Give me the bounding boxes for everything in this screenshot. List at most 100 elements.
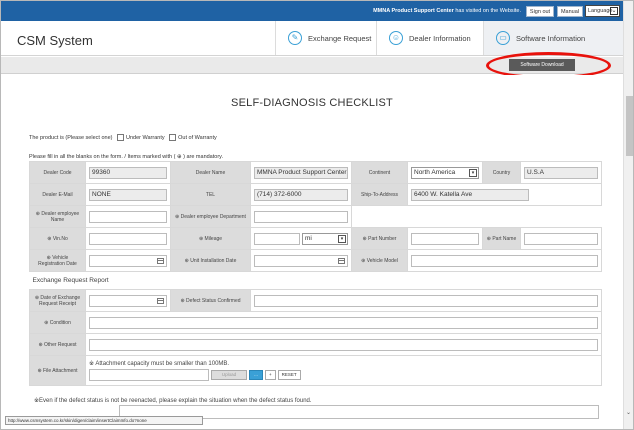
mileage-input[interactable] <box>254 232 300 245</box>
installation-date-label: ⊕ Unit Installation Date <box>170 249 251 272</box>
employee-dept-label: ⊕ Dealer employee Department <box>170 205 251 228</box>
add-file-button[interactable]: + <box>265 370 276 380</box>
employee-dept-input[interactable] <box>254 210 348 223</box>
browse-button[interactable]: ... <box>249 370 263 380</box>
manual-button[interactable]: Manual <box>557 6 583 17</box>
tel-label: TEL <box>170 183 251 206</box>
under-warranty-label: Under Warranty <box>126 134 165 141</box>
defect-confirmed-label: ⊕ Defect Status Confirmed <box>170 289 251 312</box>
calendar-icon[interactable] <box>338 257 345 264</box>
chevron-down-icon: ⌄ <box>610 7 618 15</box>
mileage-unit-value: mi <box>305 234 312 242</box>
dealer-email-label: Dealer E-Mail <box>29 183 86 206</box>
language-label: Language <box>588 8 613 14</box>
scrollbar-thumb[interactable] <box>626 96 633 156</box>
continent-label: Continent <box>351 161 408 184</box>
employee-name-label: ⊕ Dealer employee Name <box>29 205 86 228</box>
employee-name-input[interactable] <box>89 210 167 223</box>
tab-dealer-information[interactable]: ☺ Dealer Information <box>376 21 483 55</box>
form-row: ⊕ Dealer employee Name ⊕ Dealer employee… <box>29 205 602 228</box>
dealer-code-label: Dealer Code <box>29 161 86 184</box>
part-name-label: ⊕ Part Name <box>482 227 521 250</box>
other-request-label: ⊕ Other Request <box>29 333 86 356</box>
tab-exchange-request[interactable]: ✎ Exchange Request <box>275 21 376 55</box>
ship-to-label: Ship-To-Address <box>351 183 408 206</box>
exchange-date-label: ⊕ Date of Exchange Request Receipt <box>29 289 86 312</box>
ship-to-field: 6400 W. Katella Ave <box>411 188 529 201</box>
dealer-code-field: 99360 <box>89 166 167 179</box>
out-of-warranty-label: Out of Warranty <box>178 134 217 141</box>
mileage-label: ⊕ Mileage <box>170 227 251 250</box>
warranty-selector: The product is (Please select one) Under… <box>29 134 217 141</box>
condition-input[interactable] <box>89 316 598 329</box>
user-icon: ☺ <box>389 31 403 45</box>
warranty-prompt: The product is (Please select one) <box>29 134 113 141</box>
scroll-down-icon[interactable]: ⌄ <box>626 409 631 416</box>
part-number-label: ⊕ Part Number <box>351 227 408 250</box>
form-row: Dealer E-Mail NONE TEL (714) 372-6000 Sh… <box>29 183 602 206</box>
vertical-scrollbar[interactable]: ⌄ <box>623 1 633 429</box>
monitor-icon: ▭ <box>496 31 510 45</box>
chevron-down-icon: ▾ <box>469 168 477 177</box>
section-row: Exchange Request Report <box>29 271 602 290</box>
upload-button[interactable]: Upload <box>211 370 247 380</box>
sign-out-button[interactable]: Sign out <box>526 6 554 17</box>
form-row: ⊕ File Attachment ※ Attachment capacity … <box>29 355 602 386</box>
form-row: ⊕ Condition <box>29 311 602 334</box>
header: CSM System ✎ Exchange Request ☺ Dealer I… <box>1 21 623 56</box>
part-number-input[interactable] <box>411 232 479 245</box>
mileage-unit-select[interactable]: mi ▾ <box>302 232 348 245</box>
edit-icon: ✎ <box>288 31 302 45</box>
defect-confirmed-input[interactable] <box>254 294 598 307</box>
form-row: Dealer Code 99360 Dealer Name MMNA Produ… <box>29 161 602 184</box>
form-row: ⊕ Other Request <box>29 333 602 356</box>
visit-message: MMNA Product Support Center has visited … <box>373 8 521 14</box>
country-label: Country <box>482 161 521 184</box>
app-logo[interactable]: CSM System <box>17 33 93 48</box>
vin-input[interactable] <box>89 232 167 245</box>
other-request-input[interactable] <box>89 338 598 351</box>
chevron-down-icon: ▾ <box>338 234 346 243</box>
dealer-name-field: MMNA Product Support Center <box>254 166 348 179</box>
form-row: ⊕ Vin.No ⊕ Mileage mi ▾ ⊕ Part Number ⊕ P… <box>29 227 602 250</box>
vin-label: ⊕ Vin.No <box>29 227 86 250</box>
tel-field: (714) 372-6000 <box>254 188 348 201</box>
registration-date-label: ⊕ Vehicle Registration Date <box>29 249 86 272</box>
file-path-input[interactable] <box>89 369 209 381</box>
language-select[interactable]: Language ⌄ <box>585 5 620 17</box>
attachment-note: ※ Attachment capacity must be smaller th… <box>89 361 230 367</box>
checklist-form: Dealer Code 99360 Dealer Name MMNA Produ… <box>29 161 602 386</box>
condition-label: ⊕ Condition <box>29 311 86 334</box>
exchange-date-input[interactable] <box>89 294 167 307</box>
defect-note: ※Even if the defect status is not be ree… <box>34 398 312 404</box>
status-bar-url: http://www.csmsystem.co.kr/skin/digen/cl… <box>5 416 203 425</box>
mandatory-note: Please fill in all the blanks on the for… <box>29 154 224 160</box>
continent-select[interactable]: North America ▾ <box>411 166 479 179</box>
reset-button[interactable]: RESET <box>277 370 301 380</box>
country-field: U.S.A <box>524 166 598 179</box>
tab-label: Exchange Request <box>308 34 372 43</box>
browser-frame: MMNA Product Support Center has visited … <box>0 0 634 430</box>
under-warranty-checkbox[interactable] <box>117 134 124 141</box>
tab-label: Software Information <box>516 34 586 43</box>
file-attachment-label: ⊕ File Attachment <box>29 355 86 386</box>
continent-value: North America <box>414 168 456 176</box>
installation-date-input[interactable] <box>254 254 348 267</box>
form-row: ⊕ Date of Exchange Request Receipt ⊕ Def… <box>29 289 602 312</box>
dealer-email-field: NONE <box>89 188 167 201</box>
section-heading: Exchange Request Report <box>29 271 602 290</box>
page-title: SELF-DIAGNOSIS CHECKLIST <box>231 97 393 109</box>
vehicle-model-label: ⊕ Vehicle Model <box>351 249 408 272</box>
vehicle-model-input[interactable] <box>411 254 598 267</box>
calendar-icon[interactable] <box>157 257 164 264</box>
out-of-warranty-checkbox[interactable] <box>169 134 177 141</box>
part-name-input[interactable] <box>524 232 598 245</box>
calendar-icon[interactable] <box>157 297 164 304</box>
registration-date-input[interactable] <box>89 254 167 267</box>
main-content: SELF-DIAGNOSIS CHECKLIST The product is … <box>1 75 623 423</box>
top-bar: MMNA Product Support Center has visited … <box>1 1 623 21</box>
tab-software-information[interactable]: ▭ Software Information <box>483 21 623 55</box>
form-row: ⊕ Vehicle Registration Date ⊕ Unit Insta… <box>29 249 602 272</box>
dealer-name-label: Dealer Name <box>170 161 251 184</box>
tab-label: Dealer Information <box>409 34 471 43</box>
